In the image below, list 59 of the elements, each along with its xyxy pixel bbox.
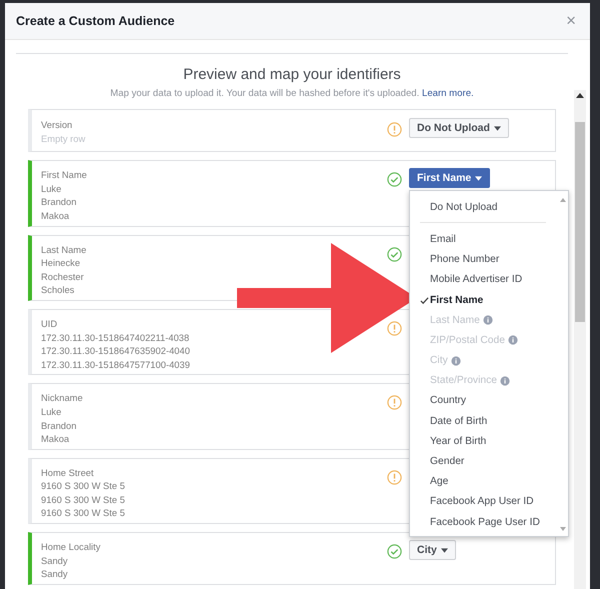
menu-option[interactable]: Date of Birth [410, 411, 558, 432]
mapping-dropdown[interactable]: First Name [409, 168, 490, 188]
sample-value: Sandy [41, 567, 69, 581]
description-text: Map your data to upload it. Your data will be hashed before it's uploaded. [110, 88, 420, 99]
menu-option[interactable]: Year of Birth [410, 431, 558, 452]
menu-option[interactable]: Facebook App User ID [410, 492, 558, 512]
menu-option[interactable]: Facebook Page User ID [410, 512, 558, 532]
check-circle-icon [387, 172, 402, 188]
sample-value: Brandon [41, 418, 78, 432]
column-name: Home Street [41, 466, 95, 480]
sample-value: 9160 S 300 W Ste 5 [41, 492, 125, 506]
sample-value: Rochester [41, 270, 85, 284]
sample-value: Makoa [41, 432, 70, 446]
column-name: Nickname [41, 391, 83, 405]
menu-option[interactable]: Do Not Upload [410, 197, 558, 218]
menu-option[interactable]: Mobile Advertiser ID [410, 270, 558, 290]
menu-scrollbar[interactable] [558, 197, 568, 532]
menu-option[interactable]: Phone Number [410, 250, 558, 270]
sample-value: Luke [41, 182, 62, 196]
section-heading: Preview and map your identifiers [182, 66, 402, 83]
scrollbar[interactable] [574, 90, 586, 589]
sample-value: Luke [41, 404, 62, 418]
checkmark-icon [420, 296, 429, 305]
sample-value: Scholes [41, 283, 76, 297]
check-circle-icon [387, 246, 402, 262]
column-name: First Name [41, 168, 87, 182]
sample-value: 9160 S 300 W Ste 5 [41, 506, 125, 520]
caret-icon [475, 176, 482, 181]
column-name: Version [41, 118, 74, 132]
caret-icon [494, 126, 501, 130]
sample-value: Brandon [41, 195, 78, 209]
mapping-dropdown[interactable]: Do Not Upload [409, 118, 509, 138]
learn-more-link[interactable]: Learn more. [422, 88, 474, 99]
menu-option[interactable]: Age [410, 472, 558, 492]
warning-circle-icon [387, 470, 402, 485]
column-name: Last Name [41, 242, 86, 256]
dialog-title: Create a Custom Audience [16, 14, 175, 28]
check-circle-icon [387, 544, 402, 560]
menu-option[interactable]: Country [410, 390, 558, 412]
caret-icon [440, 548, 448, 553]
sample-value: 172.30.11.30-1518647635902-4040 [41, 344, 190, 358]
warning-circle-icon [387, 122, 402, 137]
column-name: Home Locality [41, 540, 100, 554]
warning-circle-icon [387, 320, 402, 336]
sample-value: Makoa [41, 208, 70, 223]
sample-value: Heinecke [41, 256, 82, 270]
sample-value: 172.30.11.30-1518647402211-4038 [41, 330, 190, 344]
sample-value: Sandy [41, 554, 69, 568]
sample-value: Empty row [41, 132, 86, 146]
sample-value: 9160 S 300 W Ste 5 [41, 479, 125, 493]
sample-value: 172.30.11.30-1518647577100-4039 [41, 358, 190, 372]
warning-circle-icon [387, 395, 402, 410]
menu-option[interactable]: Gender [410, 451, 558, 472]
menu-option[interactable]: First Name [410, 290, 558, 310]
column-name: UID [41, 316, 58, 331]
menu-option[interactable]: Email [410, 229, 558, 250]
mapping-dropdown[interactable]: City [409, 540, 456, 560]
scroll-down-arrow-icon[interactable] [560, 527, 566, 532]
scroll-up-arrow-icon[interactable] [576, 93, 584, 98]
